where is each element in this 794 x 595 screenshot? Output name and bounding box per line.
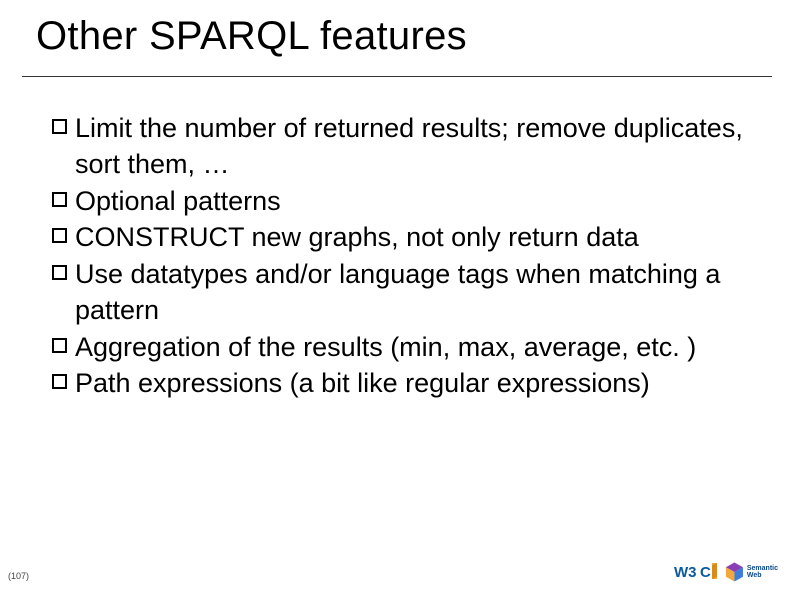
semantic-web-text: Semantic Web: [747, 565, 778, 579]
list-item: Use datatypes and/or language tags when …: [52, 256, 758, 329]
bullet-text: Optional patterns: [75, 183, 758, 219]
bullet-text: CONSTRUCT new graphs, not only return da…: [75, 219, 758, 255]
w3c-logo-icon: W3 C: [674, 559, 718, 585]
list-item: Aggregation of the results (min, max, av…: [52, 329, 758, 365]
bullet-text: Aggregation of the results (min, max, av…: [75, 329, 758, 365]
sw-line2: Web: [747, 572, 778, 579]
list-item: Path expressions (a bit like regular exp…: [52, 365, 758, 401]
square-bullet-icon: [52, 265, 67, 280]
semantic-web-logo-icon: Semantic Web: [724, 559, 778, 585]
svg-text:C: C: [700, 564, 711, 581]
square-bullet-icon: [52, 228, 67, 243]
list-item: Optional patterns: [52, 183, 758, 219]
title-divider: [22, 76, 772, 77]
footer-logos: W3 C Semantic Web: [674, 559, 778, 585]
page-number: (107): [8, 571, 29, 581]
bullet-list: Limit the number of returned results; re…: [52, 110, 758, 402]
sw-line1: Semantic: [747, 565, 778, 572]
square-bullet-icon: [52, 338, 67, 353]
square-bullet-icon: [52, 119, 67, 134]
slide-title: Other SPARQL features: [36, 14, 467, 59]
square-bullet-icon: [52, 192, 67, 207]
bullet-text: Limit the number of returned results; re…: [75, 110, 758, 183]
list-item: CONSTRUCT new graphs, not only return da…: [52, 219, 758, 255]
svg-text:W3: W3: [674, 564, 697, 581]
bullet-text: Use datatypes and/or language tags when …: [75, 256, 758, 329]
list-item: Limit the number of returned results; re…: [52, 110, 758, 183]
square-bullet-icon: [52, 374, 67, 389]
bullet-text: Path expressions (a bit like regular exp…: [75, 365, 758, 401]
